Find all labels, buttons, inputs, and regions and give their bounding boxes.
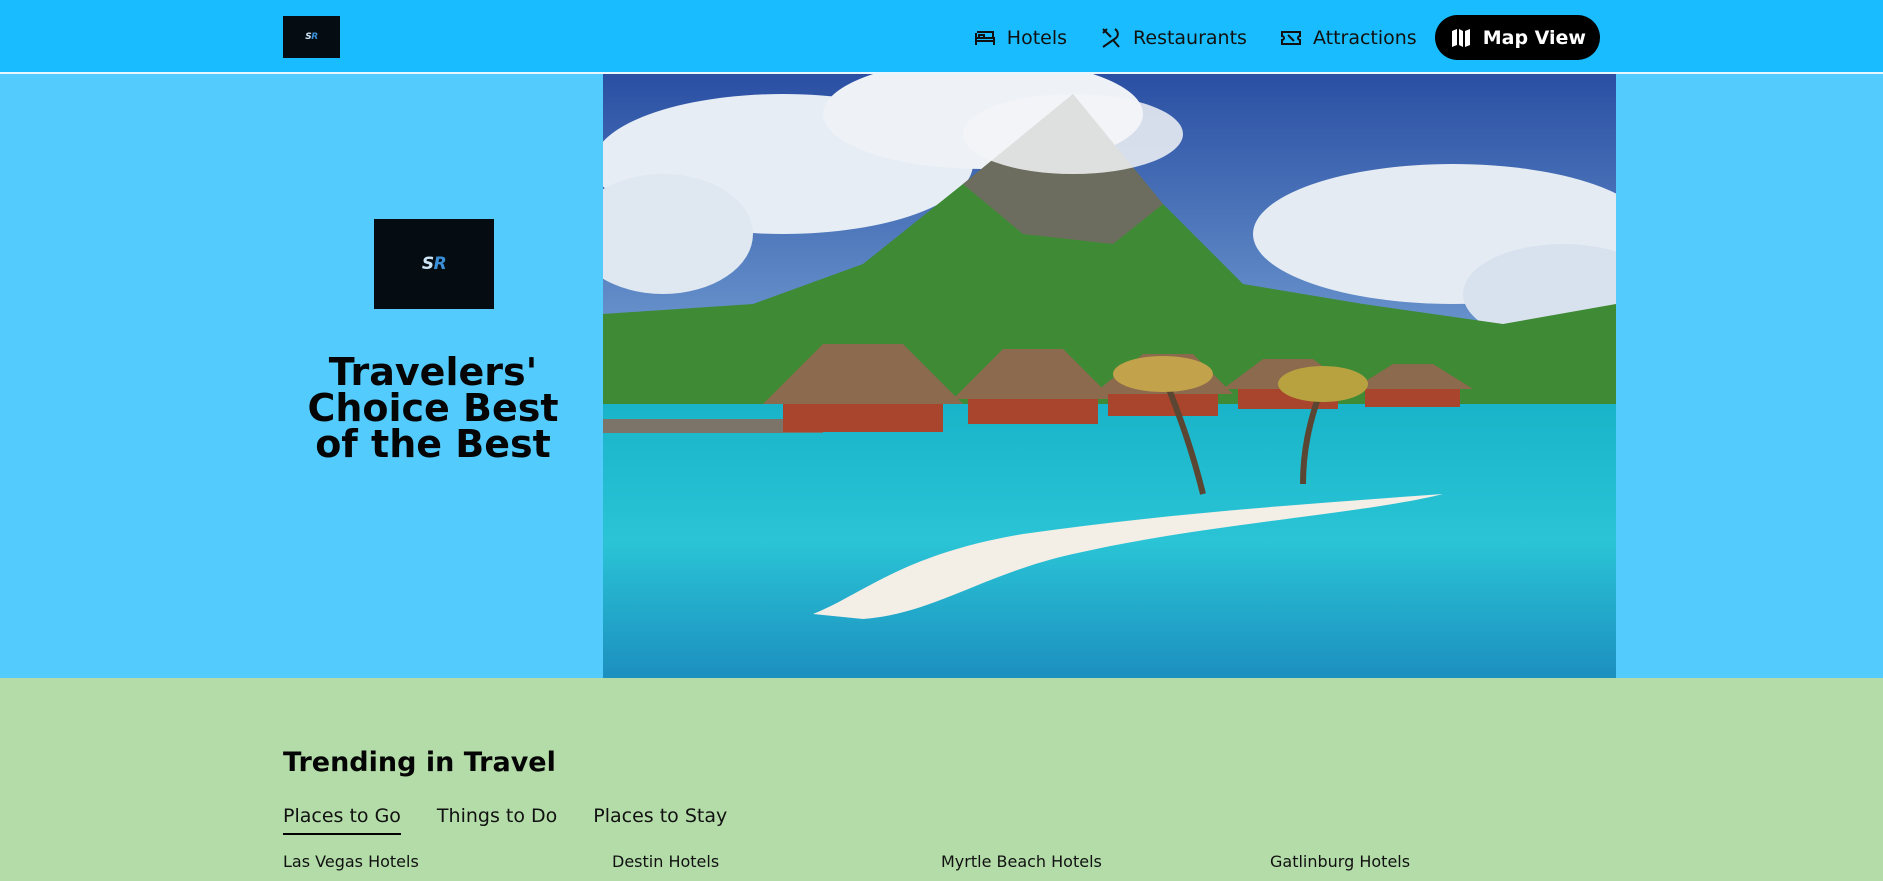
hero-section: SR Travelers' Choice Best of the Best	[0, 74, 1883, 678]
tab-things-to-do[interactable]: Things to Do	[437, 805, 557, 835]
fork-knife-icon	[1102, 27, 1120, 48]
trending-tabs: Places to Go Things to Do Places to Stay	[283, 805, 727, 835]
map-icon	[1451, 28, 1470, 47]
link-gatlinburg-hotels[interactable]: Gatlinburg Hotels	[1270, 852, 1599, 871]
top-navigation-bar: SR Hotels Restaurants Attractions Map Vi…	[0, 0, 1883, 74]
link-destin-hotels[interactable]: Destin Hotels	[612, 852, 941, 871]
link-las-vegas-hotels[interactable]: Las Vegas Hotels	[283, 852, 612, 871]
ticket-icon	[1280, 30, 1301, 45]
island-photo	[603, 74, 1616, 678]
hero-title: Travelers' Choice Best of the Best	[307, 350, 559, 466]
nav-attractions[interactable]: Attractions	[1263, 15, 1433, 60]
map-view-button[interactable]: Map View	[1434, 15, 1600, 60]
map-view-label: Map View	[1482, 26, 1586, 49]
hero-logo: SR	[374, 219, 494, 309]
site-logo[interactable]: SR	[283, 16, 340, 58]
nav-restaurants-label: Restaurants	[1133, 26, 1247, 49]
nav-hotels[interactable]: Hotels	[957, 15, 1083, 60]
link-myrtle-beach-hotels[interactable]: Myrtle Beach Hotels	[941, 852, 1270, 871]
nav-hotels-label: Hotels	[1006, 26, 1068, 49]
trending-links: Las Vegas Hotels Destin Hotels Myrtle Be…	[283, 852, 1599, 871]
trending-title: Trending in Travel	[283, 747, 556, 778]
tab-places-to-go[interactable]: Places to Go	[283, 805, 401, 835]
logo-mark: SR	[305, 32, 318, 42]
hero-logo-mark: SR	[421, 254, 447, 274]
main-nav: Hotels Restaurants Attractions Map View	[957, 15, 1600, 60]
hero-image	[603, 74, 1616, 678]
nav-restaurants[interactable]: Restaurants	[1083, 15, 1263, 60]
tab-places-to-stay[interactable]: Places to Stay	[593, 805, 727, 835]
bed-icon	[974, 30, 995, 45]
nav-attractions-label: Attractions	[1312, 26, 1417, 49]
